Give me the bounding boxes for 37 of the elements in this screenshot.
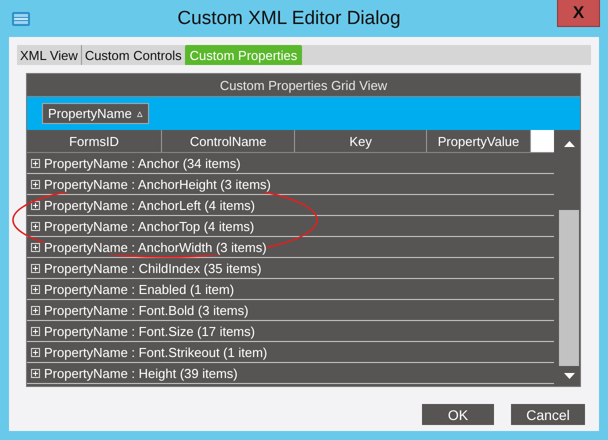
expand-icon[interactable] (31, 306, 40, 314)
expand-icon[interactable] (31, 348, 40, 356)
expand-icon[interactable] (31, 158, 40, 168)
group-by-chip[interactable]: PropertyName ▵ (42, 103, 149, 124)
group-row-label: PropertyName : Font.Strikeout (1 item) (44, 344, 268, 360)
expand-icon[interactable] (31, 242, 40, 252)
group-row-label: PropertyName : Anchor (34 items) (44, 156, 241, 170)
cancel-button[interactable]: Cancel (511, 404, 585, 425)
ok-button[interactable]: OK (422, 404, 494, 425)
expand-icon[interactable] (31, 200, 40, 210)
group-row-label: PropertyName : Enabled (1 item) (44, 282, 234, 296)
group-row-label: PropertyName : Height (39 items) (44, 366, 238, 380)
group-row-label: PropertyName : Font.Size (17 items) (44, 324, 255, 338)
blank-header-cell (531, 130, 554, 152)
scrollbar-thumb[interactable] (559, 210, 579, 366)
group-row-label: PropertyName : AnchorTop (4 items) (44, 218, 254, 234)
expand-icon[interactable] (31, 222, 40, 230)
column-header[interactable]: FormsID (27, 130, 162, 152)
scroll-down-icon[interactable] (564, 373, 574, 379)
group-row-label: PropertyName : ChildIndex (35 items) (44, 260, 262, 276)
group-row-label: PropertyName : AnchorWidth (3 items) (44, 240, 267, 254)
group-row-label: PropertyName : AnchorLeft (4 items) (44, 198, 255, 212)
expand-icon[interactable] (31, 326, 40, 336)
expand-icon[interactable] (31, 264, 40, 272)
expand-icon[interactable] (31, 284, 40, 294)
expand-icon[interactable] (31, 180, 40, 188)
group-row-label: PropertyName : AnchorHeight (3 items) (44, 176, 271, 192)
database-icon (12, 12, 30, 26)
group-row-label: PropertyName : Font.Bold (3 items) (44, 302, 248, 318)
tab[interactable]: XML View (17, 45, 81, 65)
column-header[interactable]: Key (295, 130, 427, 152)
window-title: Custom XML Editor Dialog (177, 8, 401, 30)
scroll-up-icon[interactable] (564, 141, 574, 147)
sort-indicator: ▵ (136, 107, 143, 120)
expand-icon[interactable] (31, 368, 40, 378)
close-button[interactable]: X (557, 0, 600, 27)
column-header[interactable]: ControlName (162, 130, 296, 152)
